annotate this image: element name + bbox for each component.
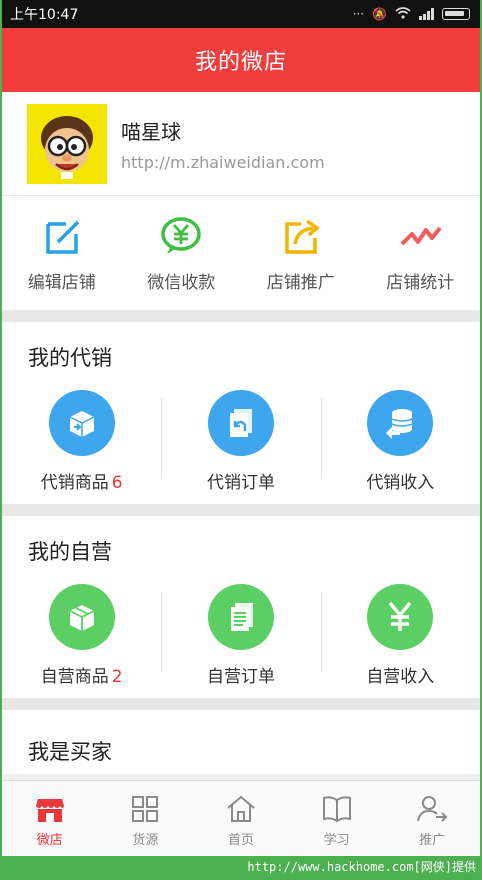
consign-products-button[interactable]: 代销商品 6 [2, 389, 161, 493]
self-products-button[interactable]: 自营商品 2 [2, 583, 161, 687]
wechat-payment-button[interactable]: 微信收款 [122, 214, 242, 293]
self-run-section: 我的自营 自营商品 2 自营订单 自营收入 [2, 516, 480, 698]
section-divider [2, 310, 480, 322]
section-divider [2, 504, 480, 516]
edit-icon [46, 220, 79, 254]
consign-orders-button[interactable]: 代销订单 [161, 389, 320, 493]
tab-label: 货源 [132, 833, 159, 848]
status-icons: ··· 🔕 [352, 6, 470, 22]
consign-orders-label: 代销订单 [206, 472, 275, 493]
self-orders-button[interactable]: 自营订单 [161, 583, 320, 687]
coins-icon [367, 389, 434, 456]
tab-promote[interactable]: 推广 [384, 781, 480, 856]
tab-store[interactable]: 微店 [2, 781, 98, 856]
user-share-icon [417, 796, 448, 822]
watermark-text: http://www.hackhome.com[网侠]提供 [247, 860, 476, 874]
quick-action-label: 微信收款 [147, 272, 216, 293]
self-products-count: 2 [111, 666, 123, 687]
self-orders-label: 自营订单 [206, 666, 275, 687]
tab-label: 首页 [227, 833, 254, 848]
tab-label: 学习 [323, 833, 350, 848]
book-icon [322, 796, 351, 823]
self-income-label: 自营收入 [366, 666, 435, 687]
share-icon [285, 219, 320, 254]
shop-profile[interactable]: 喵星球 http://m.zhaiweidian.com [2, 92, 480, 196]
buyer-section-title[interactable]: 我是买家 [2, 710, 480, 774]
tab-learn[interactable]: 学习 [289, 781, 385, 856]
document-icon [207, 583, 274, 650]
cartoon-boy-avatar-icon [27, 103, 107, 184]
mute-icon: 🔕 [372, 7, 387, 21]
self-products-label: 自营商品 [40, 666, 109, 687]
wifi-icon [395, 6, 411, 22]
consign-income-label: 代销收入 [366, 472, 435, 493]
trend-icon [400, 226, 442, 245]
yuan-bubble-icon [161, 216, 201, 254]
home-icon [227, 795, 255, 822]
shop-url: http://m.zhaiweidian.com [121, 152, 325, 172]
shop-statistics-button[interactable]: 店铺统计 [361, 214, 481, 293]
store-icon [35, 799, 64, 822]
battery-icon [442, 8, 470, 20]
app-frame: 上午10:47 ··· 🔕 我的微店 喵星球 http://m.zhaiweid… [2, 0, 480, 856]
dots-icon: ··· [352, 7, 365, 21]
edit-shop-button[interactable]: 编辑店铺 [2, 214, 122, 293]
shop-name: 喵星球 [121, 119, 181, 144]
grid-icon [132, 796, 159, 822]
section-title: 我的代销 [28, 346, 112, 370]
tab-label: 微店 [36, 833, 63, 848]
bottom-tab-bar: 微店 货源 首页 学习 推广 [2, 780, 480, 856]
status-time: 上午10:47 [10, 7, 79, 23]
quick-actions: 编辑店铺 微信收款 店铺推广 店铺统计 [2, 196, 480, 310]
quick-action-label: 编辑店铺 [27, 272, 96, 293]
yuan-icon [367, 583, 434, 650]
quick-action-label: 店铺推广 [266, 272, 335, 293]
status-bar: 上午10:47 ··· 🔕 [2, 0, 480, 28]
quick-action-label: 店铺统计 [386, 272, 455, 293]
consign-income-button[interactable]: 代销收入 [320, 389, 480, 493]
page-title: 我的微店 [2, 28, 480, 92]
self-income-button[interactable]: 自营收入 [320, 583, 480, 687]
signal-icon [419, 8, 434, 20]
section-divider [2, 698, 480, 710]
box-arrow-icon [48, 389, 115, 456]
consign-section: 我的代销 代销商品 6 代销订单 代销收入 [2, 322, 480, 504]
box-icon [48, 583, 115, 650]
section-title: 我的自营 [28, 540, 112, 564]
tab-supply[interactable]: 货源 [98, 781, 194, 856]
tab-home[interactable]: 首页 [193, 781, 289, 856]
shop-promotion-button[interactable]: 店铺推广 [241, 214, 361, 293]
return-doc-icon [207, 389, 274, 456]
consign-products-count: 6 [111, 472, 123, 493]
tab-label: 推广 [419, 833, 446, 848]
consign-products-label: 代销商品 [40, 472, 109, 493]
